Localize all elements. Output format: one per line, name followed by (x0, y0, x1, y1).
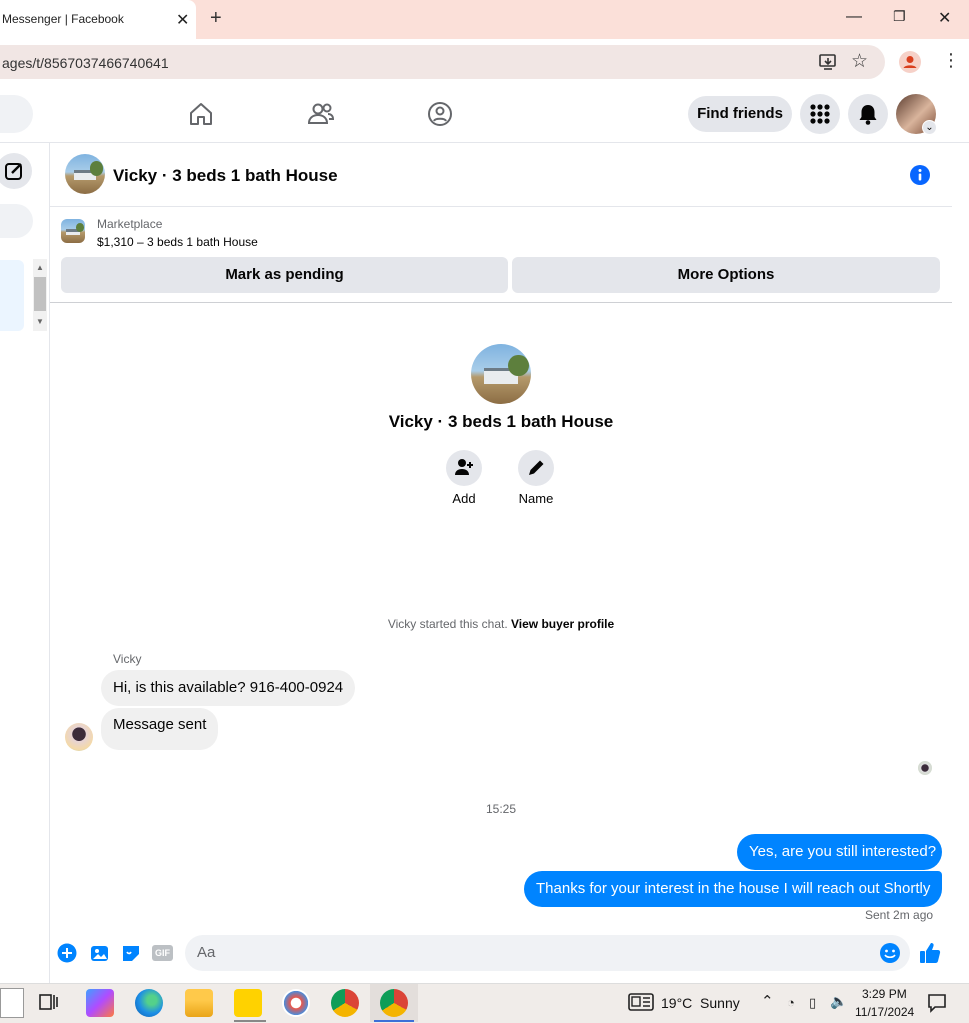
wifi-icon[interactable]: ◔ (787, 995, 795, 1010)
sent-status: Sent 2m ago (865, 908, 934, 922)
clock-date[interactable]: 11/17/2024 (855, 1005, 914, 1019)
chat-started-text: Vicky started this chat. (387, 617, 508, 631)
grid-icon (810, 104, 830, 124)
friends-icon[interactable] (307, 101, 335, 127)
mark-as-pending-button[interactable]: Mark as pending (61, 257, 508, 293)
close-window-icon[interactable]: ✕ (938, 8, 951, 28)
emoji-icon[interactable] (879, 942, 901, 964)
find-friends-button[interactable]: Find friends (688, 96, 792, 132)
task-view-icon[interactable] (38, 991, 60, 1013)
rename-button[interactable] (518, 450, 554, 486)
message-placeholder: Aa (197, 944, 216, 961)
groups-icon[interactable] (427, 101, 453, 127)
menu-grid-button[interactable] (800, 94, 840, 134)
photo-icon[interactable] (90, 943, 110, 963)
sticky-notes-icon[interactable] (234, 989, 262, 1017)
more-options-button[interactable]: More Options (512, 257, 940, 293)
restore-icon[interactable]: ❐ (893, 8, 906, 25)
view-buyer-profile-link[interactable]: View buyer profile (511, 617, 614, 631)
running-indicator (234, 1020, 266, 1022)
search-box-stub[interactable] (0, 988, 24, 1018)
incoming-message[interactable]: Message sent (101, 708, 219, 750)
tab-title: Messenger | Facebook (2, 12, 124, 26)
sidebar-scrollbar[interactable]: ▲ ▼ (33, 259, 47, 331)
marketplace-label: Marketplace (97, 217, 163, 231)
seen-avatar (918, 761, 932, 775)
profile-name: Vicky · 3 beds 1 bath House (388, 412, 614, 431)
add-label: Add (452, 491, 476, 506)
add-person-icon (455, 459, 473, 475)
notification-center-icon[interactable] (927, 993, 947, 1013)
chat-avatar[interactable] (65, 154, 105, 194)
close-tab-icon[interactable]: ✕ (176, 10, 189, 30)
message-input[interactable]: Aa (185, 935, 910, 971)
bookmark-star-icon[interactable]: ☆ (851, 50, 868, 73)
copilot-icon[interactable] (86, 989, 114, 1017)
battery-icon[interactable]: ▯ (809, 995, 816, 1011)
chrome-profile-icon[interactable] (380, 989, 408, 1017)
browser-menu-icon[interactable]: ⋮ (942, 50, 960, 71)
paint-icon[interactable] (282, 989, 310, 1017)
incoming-message[interactable]: Hi, is this available? 916-400-0924 (101, 670, 356, 706)
conversation-title[interactable]: Vicky · 3 beds 1 bath House (113, 166, 338, 186)
outgoing-message[interactable]: Thanks for your interest in the house I … (524, 871, 942, 907)
file-explorer-icon[interactable] (185, 989, 213, 1017)
chat-started-notice: Vicky started this chat. View buyer prof… (350, 617, 652, 631)
clock-time[interactable]: 3:29 PM (862, 987, 907, 1001)
sticker-icon[interactable] (121, 943, 141, 963)
news-widget-icon[interactable] (628, 993, 654, 1011)
edge-icon[interactable] (135, 989, 163, 1017)
chevron-up-icon[interactable]: ⌃ (761, 992, 774, 1010)
outgoing-message[interactable]: Yes, are you still interested? (737, 834, 942, 870)
gif-icon[interactable]: GIF (152, 945, 173, 961)
new-message-button[interactable] (0, 153, 32, 189)
listing-thumbnail[interactable] (61, 219, 85, 243)
minimize-icon[interactable]: — (846, 8, 862, 26)
new-tab-icon[interactable]: + (210, 7, 222, 30)
volume-icon[interactable]: 🔈 (830, 993, 847, 1010)
add-people-button[interactable] (446, 450, 482, 486)
chrome-icon[interactable] (331, 989, 359, 1017)
home-icon[interactable] (188, 101, 214, 127)
plus-circle-icon[interactable] (57, 943, 77, 963)
listing-text[interactable]: $1,310 – 3 beds 1 bath House (97, 235, 258, 249)
message-timestamp: 15:25 (485, 802, 517, 816)
pencil-icon (529, 460, 544, 475)
name-label: Name (518, 491, 554, 506)
weather-text[interactable]: 19°C Sunny (661, 995, 740, 1011)
url-text[interactable]: ages/t/8567037466740641 (2, 55, 169, 71)
info-icon[interactable] (909, 164, 931, 186)
sender-avatar[interactable] (65, 723, 93, 751)
active-indicator (374, 1020, 414, 1022)
search-chats-input[interactable] (0, 204, 33, 238)
profile-icon[interactable] (899, 51, 921, 73)
chevron-down-icon[interactable]: ⌄ (922, 120, 937, 135)
profile-photo[interactable] (471, 344, 531, 404)
like-icon[interactable] (918, 941, 942, 965)
bell-icon (859, 105, 877, 125)
compose-icon (5, 163, 22, 180)
sender-name: Vicky (113, 652, 142, 666)
notifications-button[interactable] (848, 94, 888, 134)
selected-chat-item[interactable] (0, 260, 24, 331)
install-app-icon[interactable] (818, 52, 838, 72)
